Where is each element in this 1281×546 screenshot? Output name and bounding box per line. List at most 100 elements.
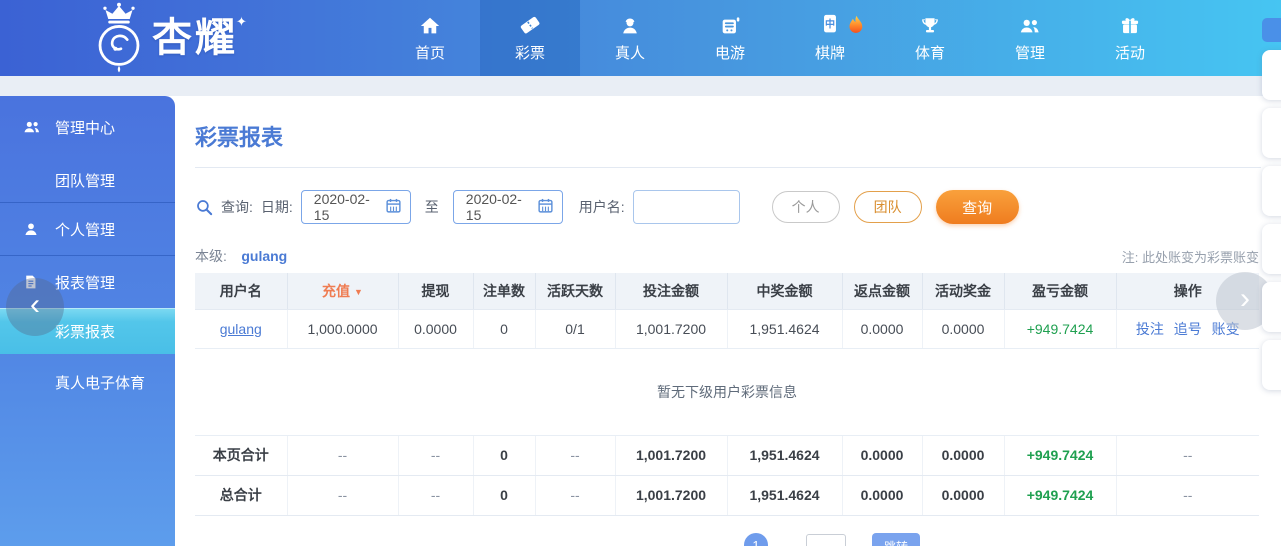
cell-operations: -- <box>1116 475 1259 516</box>
quick-action-1[interactable]: 挂 <box>1262 50 1281 100</box>
page-jump-input[interactable] <box>806 534 846 546</box>
col-win-amount: 中奖金额 <box>727 273 843 310</box>
quick-action-4[interactable]: 帮 <box>1262 224 1281 274</box>
nav-item-lottery[interactable]: 彩票 <box>480 0 580 76</box>
sidebar-item-management-center[interactable]: 管理中心 <box>0 96 175 158</box>
team-icon <box>1018 13 1042 37</box>
main-nav: 首页 彩票 真人 电游 中 棋牌 体育 管理 活动 <box>380 0 1180 76</box>
cell-bet-amount: 1,001.7200 <box>615 435 728 476</box>
cell-win-amount: 1,951.4624 <box>727 475 843 516</box>
chase-link[interactable]: 追号 <box>1174 321 1202 337</box>
col-bet-amount: 投注金额 <box>615 273 728 310</box>
nav-label: 首页 <box>414 45 445 62</box>
team-button[interactable]: 团队 <box>853 191 922 223</box>
cell-rebate-amount: 0.0000 <box>842 435 923 476</box>
sidebar-item-personal-management[interactable]: 个人管理 <box>0 203 175 255</box>
col-profit: 盈亏金额 <box>1004 273 1117 310</box>
cell-withdraw: -- <box>398 475 474 516</box>
nav-label: 电游 <box>714 45 745 62</box>
quick-action-3[interactable]: 聊 <box>1262 166 1281 216</box>
cell-rebate-amount: 0.0000 <box>842 309 923 349</box>
cell-activity-bonus: 0.0000 <box>922 435 1005 476</box>
search-icon <box>195 198 214 217</box>
col-rebate-amount: 返点金额 <box>842 273 923 310</box>
cell-active-days: -- <box>535 475 616 516</box>
account-change-note: 注: 此处账变为彩票账变 <box>1121 250 1259 265</box>
top-header: 杏耀 ✦ 首页 彩票 真人 电游 中 棋牌 体育 管理 活动 <box>0 0 1281 76</box>
nav-item-boardgames[interactable]: 中 棋牌 <box>780 0 880 76</box>
nav-label: 管理 <box>1014 45 1045 62</box>
cell-rebate-amount: 0.0000 <box>842 475 923 516</box>
sidebar-item-label: 管理中心 <box>55 119 116 137</box>
user-icon <box>22 220 42 238</box>
username-link[interactable]: gulang <box>220 321 262 337</box>
sidebar-item-team-management[interactable]: 团队管理 <box>0 158 175 202</box>
nav-item-egames[interactable]: 电游 <box>680 0 780 76</box>
cell-bet-count: 0 <box>473 435 536 476</box>
quick-action-panel: A 挂 手 聊 帮 户 看 <box>1262 18 1281 398</box>
cell-recharge: -- <box>287 475 399 516</box>
col-bet-count: 注单数 <box>473 273 536 310</box>
cell-win-amount: 1,951.4624 <box>727 435 843 476</box>
nav-item-activity[interactable]: 活动 <box>1080 0 1180 76</box>
sidebar-item-live-esports[interactable]: 真人电子体育 <box>0 354 175 410</box>
nav-label: 棋牌 <box>814 45 845 62</box>
nav-item-live[interactable]: 真人 <box>580 0 680 76</box>
search-submit-button[interactable]: 查询 <box>935 190 1019 224</box>
query-buttons: 个人 团队 查询 <box>771 190 1019 224</box>
nav-item-management[interactable]: 管理 <box>980 0 1080 76</box>
personal-button[interactable]: 个人 <box>771 191 840 223</box>
cell-activity-bonus: 0.0000 <box>922 475 1005 516</box>
nav-item-home[interactable]: 首页 <box>380 0 480 76</box>
team-icon <box>22 118 42 136</box>
quick-action-5[interactable]: 户 <box>1262 282 1281 332</box>
col-recharge-sortable[interactable]: 充值 ▼ <box>287 273 399 310</box>
sidebar-collapse-button[interactable]: ‹ <box>6 278 64 336</box>
page-go-button[interactable]: 跳转 <box>872 533 920 546</box>
cell-bet-amount: 1,001.7200 <box>615 309 728 349</box>
date-from-input[interactable]: 2020-02-15 <box>300 190 411 224</box>
quick-action-app[interactable]: A <box>1262 18 1281 42</box>
query-label: 查询: <box>221 199 253 215</box>
brand-logo[interactable]: 杏耀 ✦ <box>86 2 249 74</box>
mahjong-tile-icon: 中 <box>819 13 841 37</box>
level-username[interactable]: gulang <box>241 248 287 264</box>
title-divider <box>195 167 1261 168</box>
cell-win-amount: 1,951.4624 <box>727 309 843 349</box>
col-active-days: 活跃天数 <box>535 273 616 310</box>
home-icon <box>419 13 441 37</box>
sidebar-item-label: 彩票报表 <box>55 323 116 341</box>
username-label: 用户名: <box>578 199 625 215</box>
app-window: 杏耀 ✦ 首页 彩票 真人 电游 中 棋牌 体育 管理 活动 管理中心 团队管理… <box>0 0 1281 546</box>
page-title: 彩票报表 <box>195 125 284 150</box>
nav-label: 真人 <box>614 45 645 62</box>
quick-action-6[interactable]: 看 <box>1262 340 1281 390</box>
empty-row: 暂无下级用户彩票信息 <box>195 348 1259 436</box>
quick-action-2[interactable]: 手 <box>1262 108 1281 158</box>
bet-link[interactable]: 投注 <box>1136 321 1164 337</box>
cell-bet-count: 0 <box>473 309 536 349</box>
nav-item-sports[interactable]: 体育 <box>880 0 980 76</box>
nav-label: 彩票 <box>514 45 545 62</box>
table-row: gulang 1,000.0000 0.0000 0 0/1 1,001.720… <box>195 309 1259 349</box>
page-total-label: 本页合计 <box>195 435 288 476</box>
sidebar-item-label: 团队管理 <box>55 172 116 190</box>
username-input[interactable] <box>632 190 740 224</box>
svg-text:中: 中 <box>825 17 835 30</box>
date-to-input[interactable]: 2020-02-15 <box>452 190 563 224</box>
cell-withdraw: 0.0000 <box>398 309 474 349</box>
grand-total-label: 总合计 <box>195 475 288 516</box>
sort-desc-icon: ▼ <box>354 286 363 297</box>
cell-withdraw: -- <box>398 435 474 476</box>
col-activity-bonus: 活动奖金 <box>922 273 1005 310</box>
table-header-row: 用户名 充值 ▼ 提现 注单数 活跃天数 投注金额 中奖金额 返点金额 活动奖金 … <box>195 273 1259 310</box>
trophy-icon <box>919 13 941 37</box>
gift-icon <box>1119 13 1141 37</box>
cell-active-days: 0/1 <box>535 309 616 349</box>
calendar-icon <box>385 197 402 217</box>
hot-flame-icon <box>842 13 870 44</box>
level-label: 本级: <box>195 248 227 264</box>
calendar-icon <box>537 197 554 217</box>
cell-recharge: 1,000.0000 <box>287 309 399 349</box>
meta-row: 本级: gulang 注: 此处账变为彩票账变 <box>195 246 1259 266</box>
